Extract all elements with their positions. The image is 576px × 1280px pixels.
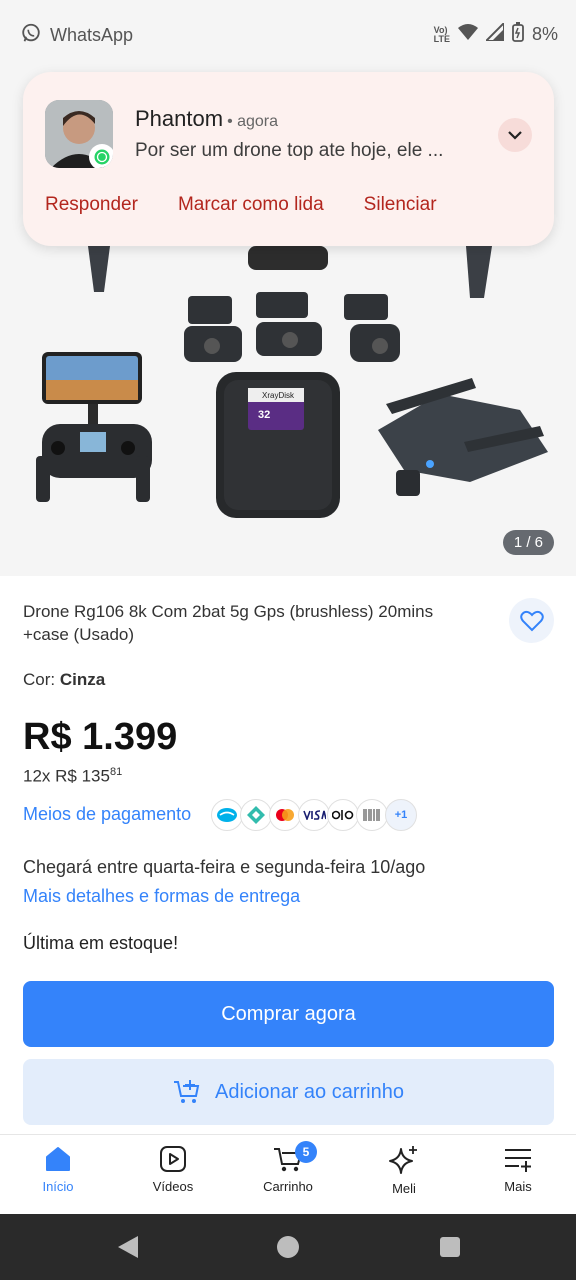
mute-button[interactable]: Silenciar [364,194,437,216]
status-bar: WhatsApp Vo) LTE 8% [0,0,576,72]
back-icon[interactable] [116,1234,140,1260]
stock-status: Última em estoque! [23,933,179,953]
add-to-cart-button[interactable]: Adicionar ao carrinho [23,1059,554,1125]
mercado-pago-icon [211,799,243,831]
nav-label-home: Início [42,1179,74,1194]
reply-button[interactable]: Responder [45,194,138,216]
sd-card-brand: XrayDisk [262,391,295,400]
color-label: Cor: [23,670,56,689]
more-payment-methods[interactable]: +1 [385,799,417,831]
delivery-details-link[interactable]: Mais detalhes e formas de entrega [23,886,300,907]
nav-item-home[interactable]: Início [8,1145,108,1194]
elo-icon [327,799,359,831]
page-indicator: 1 / 6 [502,530,554,555]
boleto-icon [356,799,388,831]
sd-card-capacity: 32 [258,409,270,421]
whatsapp-badge-icon [89,144,113,168]
recents-icon[interactable] [440,1237,460,1257]
notification-actions: Responder Marcar como lida Silenciar [45,194,437,216]
bottom-navigation: Início Vídeos 5 Carrinho Meli Mais [0,1134,576,1214]
expand-chevron-icon[interactable] [498,118,532,152]
heart-icon [519,610,544,631]
delivery-estimate: Chegará entre quarta-feira e segunda-fei… [23,857,426,877]
color-selector[interactable]: Cor: Cinza [23,670,105,690]
notification-time: • agora [227,113,279,130]
installments-cents: 81 [109,766,123,778]
menu-plus-icon [505,1149,531,1172]
volte-icon: Vo) LTE [433,24,450,44]
whatsapp-notification[interactable]: Phantom • agora Por ser um drone top ate … [23,72,554,246]
installments: 12x R$ 13581 [23,766,122,787]
avatar [45,100,113,168]
notification-sender: Phantom [135,106,224,131]
installments-amount: 12x R$ 135 [23,766,110,786]
payment-icons[interactable]: +1 [211,799,417,831]
favorite-button[interactable] [509,598,554,643]
whatsapp-icon [20,22,42,49]
color-value: Cinza [59,670,106,689]
notification-title: Phantom • agora [135,106,278,132]
payment-methods-link[interactable]: Meios de pagamento [23,804,191,825]
battery-icon [512,22,524,47]
home-button-icon[interactable] [277,1236,299,1258]
buy-now-button[interactable]: Comprar agora [23,981,554,1047]
status-app-name: WhatsApp [50,25,134,45]
buy-now-label: Comprar agora [221,1002,356,1025]
visa-icon [298,799,330,831]
nav-item-meli[interactable]: Meli [354,1145,454,1196]
nav-item-cart[interactable]: 5 Carrinho [238,1141,338,1194]
nav-label-more: Mais [504,1179,532,1194]
nav-label-meli: Meli [392,1181,416,1196]
nav-item-more[interactable]: Mais [468,1145,568,1194]
video-icon [160,1146,186,1172]
mastercard-icon [269,799,301,831]
signal-icon [483,20,505,46]
add-cart-icon [174,1080,200,1103]
nav-label-cart: Carrinho [263,1179,313,1194]
add-to-cart-label: Adicionar ao carrinho [215,1080,404,1103]
product-title: Drone Rg106 8k Com 2bat 5g Gps (brushles… [23,602,434,644]
mark-as-read-button[interactable]: Marcar como lida [178,194,324,216]
home-icon [46,1147,70,1171]
price: R$ 1.399 [23,716,178,758]
wifi-icon [457,23,478,46]
sparkle-icon [389,1146,417,1174]
cart-count-badge: 5 [295,1141,317,1163]
pix-icon [240,799,272,831]
nav-label-videos: Vídeos [152,1179,194,1194]
system-navigation-bar [0,1214,576,1280]
notification-message: Por ser um drone top ate hoje, ele ... [135,140,444,161]
battery-level: 8% [531,24,558,44]
nav-item-videos[interactable]: Vídeos [123,1145,223,1194]
